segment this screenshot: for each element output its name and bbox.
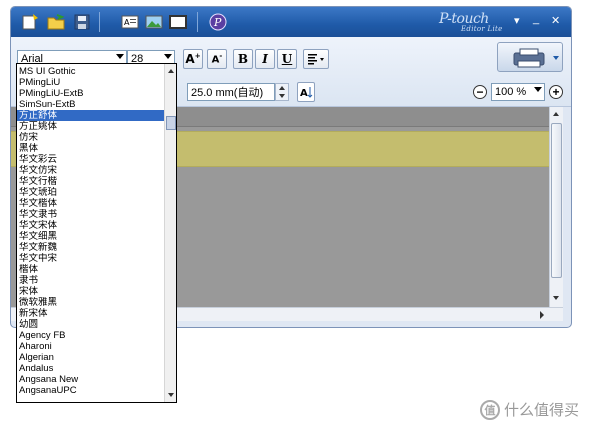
watermark-text: 什么值得买 xyxy=(504,402,580,419)
grow-font-button[interactable]: A+ xyxy=(183,49,203,69)
watermark-badge: 值 xyxy=(480,399,500,420)
font-list-item[interactable]: 华文行楷 xyxy=(17,176,164,187)
font-list-item[interactable]: 华文彩云 xyxy=(17,154,164,165)
underline-button[interactable]: U xyxy=(277,49,297,69)
zoom-in-button[interactable]: + xyxy=(549,85,563,99)
save-icon[interactable] xyxy=(71,11,93,32)
length-spinner[interactable] xyxy=(275,83,289,101)
font-list-item[interactable]: 华文琥珀 xyxy=(17,187,164,198)
shrink-font-icon: A- xyxy=(211,52,223,66)
zoom-out-button[interactable]: − xyxy=(473,85,487,99)
font-list-item[interactable]: MS UI Gothic xyxy=(17,66,164,77)
scroll-right-icon xyxy=(540,311,544,319)
zoom-combo[interactable]: 100 % xyxy=(491,83,545,101)
font-list-item[interactable]: PMingLiU xyxy=(17,77,164,88)
scroll-up-icon[interactable] xyxy=(553,112,559,116)
scroll-down-icon[interactable] xyxy=(168,393,174,397)
svg-text:A: A xyxy=(124,18,130,27)
chevron-down-icon[interactable] xyxy=(534,87,542,92)
bold-button[interactable]: B xyxy=(233,49,253,69)
printer-icon xyxy=(513,48,559,68)
help-dropdown-button[interactable]: ▾ xyxy=(514,14,520,28)
align-button[interactable] xyxy=(303,49,329,69)
tape-length-field[interactable]: 25.0 mm(自动) xyxy=(187,83,275,101)
font-list-item[interactable]: 仿宋 xyxy=(17,132,164,143)
grow-font-icon: A+ xyxy=(185,52,201,66)
font-list-item[interactable]: 华文楷体 xyxy=(17,198,164,209)
watermark: 值 什么值得买 xyxy=(480,399,579,420)
zoom-value: 100 % xyxy=(495,86,527,98)
print-button[interactable] xyxy=(497,42,563,72)
italic-button[interactable]: I xyxy=(255,49,275,69)
tape-length-value: 25.0 mm(自动) xyxy=(191,87,264,99)
font-dropdown-list[interactable]: MS UI Gothic PMingLiU PMingLiU-ExtB SimSun-… xyxy=(16,63,177,403)
title-separator xyxy=(99,12,100,32)
font-list-item[interactable]: 华文仿宋 xyxy=(17,165,164,176)
font-list-item[interactable]: 华文隶书 xyxy=(17,209,164,220)
font-list-item[interactable]: AngsanaUPC xyxy=(17,385,164,396)
font-list-item[interactable]: Algerian xyxy=(17,352,164,363)
scroll-down-icon[interactable] xyxy=(553,296,559,300)
vertical-scrollbar[interactable] xyxy=(549,107,563,307)
font-list-item[interactable]: Angsana New xyxy=(17,374,164,385)
font-list-item[interactable]: Andalus xyxy=(17,363,164,374)
font-list-item[interactable]: 方正姚体 xyxy=(17,121,164,132)
svg-text:A: A xyxy=(300,88,308,99)
font-list-item[interactable]: 华文细黑 xyxy=(17,231,164,242)
font-list-item[interactable]: SimSun-ExtB xyxy=(17,99,164,110)
spin-down-icon[interactable] xyxy=(279,94,285,98)
shrink-font-button[interactable]: A- xyxy=(207,49,227,69)
align-left-icon xyxy=(308,54,324,65)
title-separator-2 xyxy=(197,12,198,32)
minimize-button[interactable]: _ xyxy=(533,12,539,26)
auto-length-button[interactable]: A xyxy=(297,82,315,102)
font-list-scroll-thumb[interactable] xyxy=(166,116,176,130)
p-touch-logo-icon[interactable]: P xyxy=(207,11,229,32)
font-list-item[interactable]: Aharoni xyxy=(17,341,164,352)
font-list-item[interactable]: 新宋体 xyxy=(17,308,164,319)
chevron-down-icon[interactable] xyxy=(116,54,124,59)
brand-logo: P-touch Editor Lite xyxy=(439,11,511,35)
open-folder-icon[interactable] xyxy=(45,11,67,32)
spin-up-icon[interactable] xyxy=(279,86,285,90)
length-icon: A xyxy=(300,87,313,99)
image-icon[interactable] xyxy=(143,11,165,32)
font-list-item[interactable]: 方正舒体 xyxy=(17,110,164,121)
brand-sub: Editor Lite xyxy=(461,25,503,33)
font-list-item[interactable]: Agency FB xyxy=(17,330,164,341)
font-list-item[interactable]: 华文宋体 xyxy=(17,220,164,231)
font-list-item[interactable]: 华文新魏 xyxy=(17,242,164,253)
font-list-item[interactable]: 宋体 xyxy=(17,286,164,297)
title-bar: A P P-touch Editor Lite ▾ _ ✕ xyxy=(11,7,571,37)
chevron-down-icon[interactable] xyxy=(164,54,172,59)
font-list-scrollbar[interactable] xyxy=(164,64,176,402)
font-list-item[interactable]: PMingLiU-ExtB xyxy=(17,88,164,99)
scroll-up-icon[interactable] xyxy=(168,69,174,73)
font-list-item[interactable]: 隶书 xyxy=(17,275,164,286)
vertical-scroll-thumb[interactable] xyxy=(551,123,562,278)
close-button[interactable]: ✕ xyxy=(551,14,560,28)
font-list-item[interactable]: 黑体 xyxy=(17,143,164,154)
frame-icon[interactable] xyxy=(167,11,189,32)
font-list-item[interactable]: 微软雅黑 xyxy=(17,297,164,308)
font-list-item[interactable]: 幼圆 xyxy=(17,319,164,330)
svg-text:P: P xyxy=(213,16,222,29)
font-list-item[interactable]: 华文中宋 xyxy=(17,253,164,264)
new-icon[interactable] xyxy=(19,11,41,32)
font-list: MS UI Gothic PMingLiU PMingLiU-ExtB SimSun-… xyxy=(17,66,164,396)
font-list-item[interactable]: 楷体 xyxy=(17,264,164,275)
text-icon[interactable]: A xyxy=(119,11,141,32)
